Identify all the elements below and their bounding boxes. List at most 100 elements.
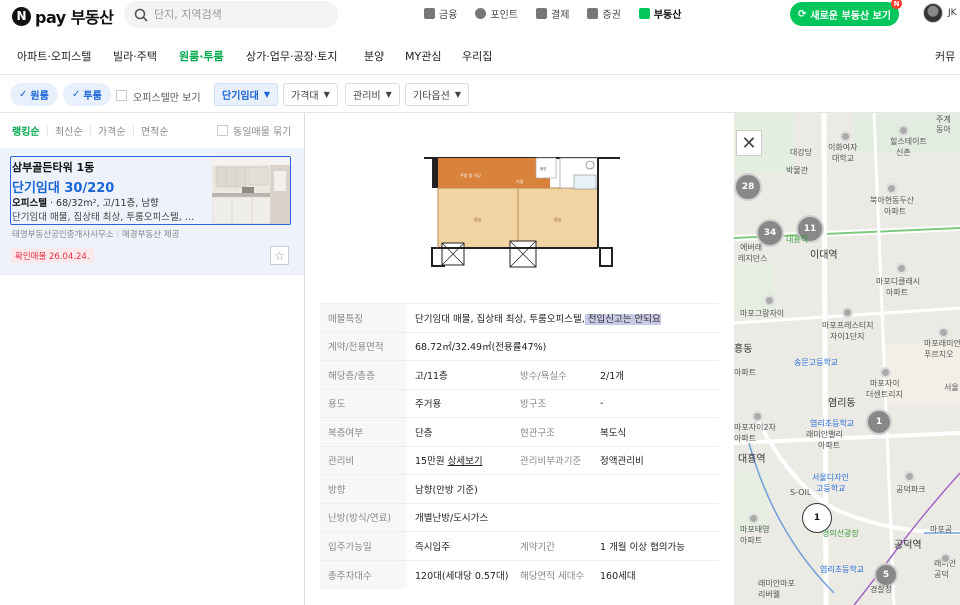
service-point[interactable]: 포인트 (475, 6, 518, 21)
service-stock[interactable]: 증권 (587, 6, 621, 21)
tab-my-interest[interactable]: MY관심 (405, 48, 441, 64)
map-place-pin[interactable] (896, 263, 907, 274)
user-name[interactable]: JK (948, 8, 957, 18)
avatar[interactable] (923, 3, 943, 23)
fee-detail-link[interactable]: 상세보기 (448, 456, 483, 467)
detail-value: 복도식 (592, 417, 719, 446)
tab-my-home[interactable]: 우리집 (462, 48, 492, 64)
favorite-star-button[interactable]: ☆ (270, 246, 289, 265)
detail-row-movein: 입주가능일 즉시입주 계약기간 1 개월 이상 협의가능 (320, 531, 719, 560)
officetel-only-label[interactable]: 오피스텔만 보기 (133, 89, 201, 104)
map-label: 서울 (944, 383, 959, 392)
group-same-listing[interactable]: 동일매물 묶기 (217, 123, 291, 138)
map-place-pin[interactable] (880, 367, 891, 378)
map-label: 아파트 (734, 368, 757, 377)
map-place-pin[interactable] (904, 471, 915, 482)
detail-row-floor: 해당층/총층 고/11층 방수/욕실수 2/1개 (320, 360, 719, 389)
map-cluster[interactable]: 5 (874, 563, 898, 587)
search-input[interactable] (154, 8, 314, 21)
detail-row-feature: 매물특징 단기임대 매물, 집상태 최상, 투룸오피스텔, 전입신고는 안되요 (320, 303, 719, 332)
floor-plan[interactable]: 주방 및 식당 거실 현관 침실 침실 (424, 153, 620, 268)
tab-community[interactable]: 커뮤 (935, 48, 955, 64)
sort-options: 랭킹순 | 최신순 | 가격순 | 면적순 (12, 123, 169, 138)
map-label: S-OIL (790, 488, 812, 497)
map-place-pin[interactable] (752, 411, 763, 422)
map-cluster[interactable]: 28 (734, 173, 762, 201)
map-place-pin[interactable] (886, 183, 897, 194)
map-station-label: 공덕역 (894, 540, 922, 551)
tab-commercial[interactable]: 상가·업무·공장·토지 (246, 48, 337, 64)
map-place-pin[interactable] (940, 553, 951, 564)
map-label: 북아현동두산 (870, 196, 915, 205)
deal-type-select[interactable]: 단기임대 ▼ (214, 83, 278, 106)
sort-latest[interactable]: 최신순 (55, 123, 83, 138)
map-label: 푸르지오 (924, 350, 954, 359)
finance-icon (424, 8, 435, 19)
detail-value: 68.72㎡/32.49㎡(전용률47%) (407, 331, 719, 361)
listing-thumbnail[interactable] (212, 157, 290, 224)
detail-key: 계약기간 (512, 531, 592, 560)
maintenance-select[interactable]: 관리비 ▼ (345, 83, 400, 106)
map-label: 에버래 (740, 243, 763, 252)
detail-key: 방구조 (512, 388, 592, 418)
tab-villa-house[interactable]: 빌라·주택 (113, 48, 157, 64)
naver-pay-realestate-logo[interactable]: N pay 부동산 (12, 4, 114, 28)
sort-area[interactable]: 면적순 (141, 123, 169, 138)
detail-value: 160세대 (592, 559, 719, 589)
map-place-pin[interactable] (898, 125, 909, 136)
map-label: 마포자이 (870, 379, 900, 388)
search-box[interactable] (124, 1, 338, 28)
map-place-pin[interactable] (842, 307, 853, 318)
sort-ranking[interactable]: 랭킹순 (12, 123, 40, 138)
detail-row-parking: 총주차대수 120대(세대당 0.57대) 해당면적 세대수 160세대 (320, 559, 719, 589)
detail-value: 120대(세대당 0.57대) (407, 559, 512, 589)
map-label: 신촌 (896, 148, 911, 157)
room-label-entrance: 현관 (540, 166, 547, 171)
map-label: 대학교 (832, 154, 855, 163)
listing-card[interactable]: 삼부골든타워 1동 단기임대 30/220 오피스텔 · 68/32m², 고/… (0, 148, 304, 275)
map-place-pin[interactable] (764, 295, 775, 306)
select-value: 기타옵션 (413, 91, 450, 102)
map-place-pin[interactable] (748, 513, 759, 524)
filter-bar: ✓ 원룸 ✓ 투룸 오피스텔만 보기 단기임대 ▼ 가격대 ▼ 관리비 ▼ 기타옵션 ▼ (0, 76, 960, 113)
sort-price[interactable]: 가격순 (98, 123, 126, 138)
map-label: 아파트 (886, 288, 909, 297)
map-label: 마포공 (930, 525, 953, 534)
service-payment[interactable]: 결제 (536, 6, 569, 21)
filter-chip-oneroom[interactable]: ✓ 원룸 (10, 83, 58, 106)
tab-apartment-officetel[interactable]: 아파트·오피스텔 (17, 48, 91, 64)
map-cluster[interactable]: 1 (866, 409, 892, 435)
price-select[interactable]: 가격대 ▼ (283, 83, 338, 106)
map-label: 아파트 (734, 434, 757, 443)
service-finance[interactable]: 금융 (424, 6, 457, 21)
tab-presale[interactable]: 분양 (364, 48, 384, 64)
detail-key: 매물특징 (320, 303, 407, 332)
detail-value: 단기임대 매물, 집상태 최상, 투룸오피스텔, 전입신고는 안되요 (407, 303, 719, 332)
detail-key: 입주가능일 (320, 531, 407, 560)
map-place-pin[interactable] (938, 327, 949, 338)
officetel-only-checkbox[interactable] (116, 90, 127, 101)
brand-name: pay 부동산 (35, 8, 114, 27)
search-icon (134, 8, 148, 22)
detail-row-direction: 방향 남향(안방 기준) (320, 474, 719, 503)
map-label: 래미안밸리 (806, 430, 843, 439)
map-station-label: 대흥역 (738, 454, 766, 465)
service-label: 금융 (439, 10, 458, 21)
room-label-kitchen: 주방 및 식당 (460, 172, 481, 178)
map-view[interactable]: 28 34 11 1 1 5 주계 동아 힐스테이트 신촌 대강당 이화여자 대… (734, 113, 960, 605)
feature-highlighted-text: 전입신고는 안되요 (584, 313, 661, 325)
new-realestate-button[interactable]: ⟳ 새로운 부동산 보기 (790, 2, 899, 26)
group-same-checkbox[interactable] (217, 125, 228, 136)
listing-spec-line: 오피스텔 · 68/32m², 고/11층, 남향 (12, 198, 159, 209)
detail-value: - (592, 388, 719, 418)
close-map-detail-button[interactable]: ✕ (736, 130, 762, 156)
map-station-label: 이대역 (810, 250, 838, 261)
map-place-pin[interactable] (840, 131, 851, 142)
listing-panel: 랭킹순 | 최신순 | 가격순 | 면적순 동일매물 묶기 삼부골든타워 1동 단기임… (0, 113, 305, 605)
filter-chip-tworoom[interactable]: ✓ 투룸 (63, 83, 111, 106)
payment-icon (536, 8, 548, 19)
service-realestate[interactable]: 부동산 (638, 6, 681, 21)
tab-oneroom-tworoom[interactable]: 원룸·투룸 (179, 48, 224, 64)
map-station-label: 대흥역 (786, 235, 809, 244)
other-options-select[interactable]: 기타옵션 ▼ (405, 83, 469, 106)
